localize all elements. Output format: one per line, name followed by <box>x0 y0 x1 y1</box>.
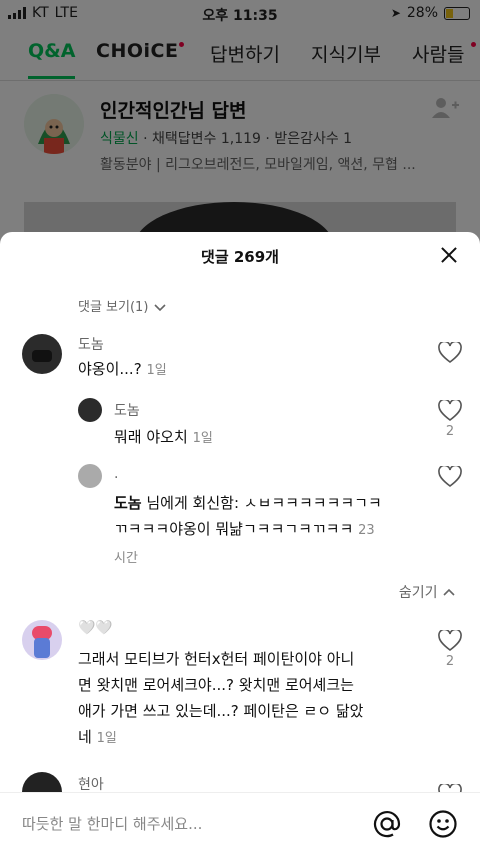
mention-name[interactable]: 도놈 <box>114 494 142 512</box>
heart-icon[interactable] <box>438 400 462 422</box>
avatar[interactable] <box>78 464 102 488</box>
heart-icon[interactable] <box>438 630 462 652</box>
comment-text: 야옹이...? 1일 <box>78 356 167 384</box>
comment-author[interactable]: 도놈 <box>114 400 140 420</box>
comment-time-unit: 시간 <box>114 551 138 566</box>
comment-time: 1일 <box>192 431 213 446</box>
hide-label: 숨기기 <box>398 585 438 601</box>
comment-time: 1일 <box>146 363 167 378</box>
comment-time: 1일 <box>96 731 117 746</box>
comment-body: 그래서 모티브가 헌터x헌터 페이탄이야 아니 <box>78 650 355 668</box>
hide-replies-button[interactable]: 숨기기 <box>399 582 456 602</box>
at-icon[interactable] <box>372 809 402 839</box>
comment-body-cont: ㄲㅋㅋㅋ야옹이 뭐냚ㄱㅋㅋㄱㅋㄲㅋㅋ <box>114 520 354 538</box>
comment-text: 도놈 님에게 회신함: ㅅㅂㅋㅋㅋㅋㅋㅋㄱㅋ ㄲㅋㅋㅋ야옹이 뭐냚ㄱㅋㅋㄱㅋㄲㅋ… <box>114 490 382 572</box>
comment-input[interactable]: 따듯한 말 한마디 해주세요... <box>22 813 202 834</box>
comment-body-cont: 면 왓치맨 로어셰크야...? 왓치맨 로어셰크는 <box>78 676 354 694</box>
comment-author[interactable]: . <box>114 466 118 482</box>
comment-author[interactable]: 도놈 <box>78 334 104 354</box>
avatar[interactable] <box>78 398 102 422</box>
view-replies-toggle[interactable]: 댓글 보기(1) <box>78 296 167 315</box>
heart-icon[interactable] <box>438 466 462 488</box>
view-replies-label: 댓글 보기(1) <box>78 300 149 315</box>
like-count: 2 <box>445 424 455 439</box>
sheet-title: 댓글 269개 <box>201 248 279 266</box>
like-count: 2 <box>445 654 455 669</box>
comment-author[interactable]: 🤍🤍 <box>78 620 113 636</box>
comment-body-cont: 애가 가면 쓰고 있는데...? 페이탄은 ㄹㅇ 닮았 <box>78 702 364 720</box>
comment-input-bar: 따듯한 말 한마디 해주세요... <box>0 792 480 855</box>
comment-body: 뭐래 야오치 <box>114 428 188 446</box>
chevron-down-icon <box>153 303 166 311</box>
comment-text: 뭐래 야오치 1일 <box>114 424 213 452</box>
comment-time: 23 <box>358 523 375 538</box>
comments-sheet: 댓글 269개 댓글 보기(1) 도놈 야옹이...? 1일 도놈 뭐래 야오치… <box>0 232 480 854</box>
avatar[interactable] <box>22 334 62 374</box>
comment-author[interactable]: 현아 <box>78 774 104 794</box>
heart-icon[interactable] <box>438 342 462 364</box>
close-icon[interactable] <box>440 246 458 264</box>
comment-body: ㅅㅂㅋㅋㅋㅋㅋㅋㄱㅋ <box>243 494 382 512</box>
emoji-icon[interactable] <box>428 809 458 839</box>
avatar[interactable] <box>22 620 62 660</box>
chevron-up-icon <box>443 588 455 596</box>
comment-text: 그래서 모티브가 헌터x헌터 페이탄이야 아니 면 왓치맨 로어셰크야...? … <box>78 646 438 752</box>
comment-body: 야옹이...? <box>78 360 142 378</box>
mention-suffix: 님에게 회신함: <box>141 494 239 512</box>
comment-body-cont: 네 <box>78 728 92 746</box>
